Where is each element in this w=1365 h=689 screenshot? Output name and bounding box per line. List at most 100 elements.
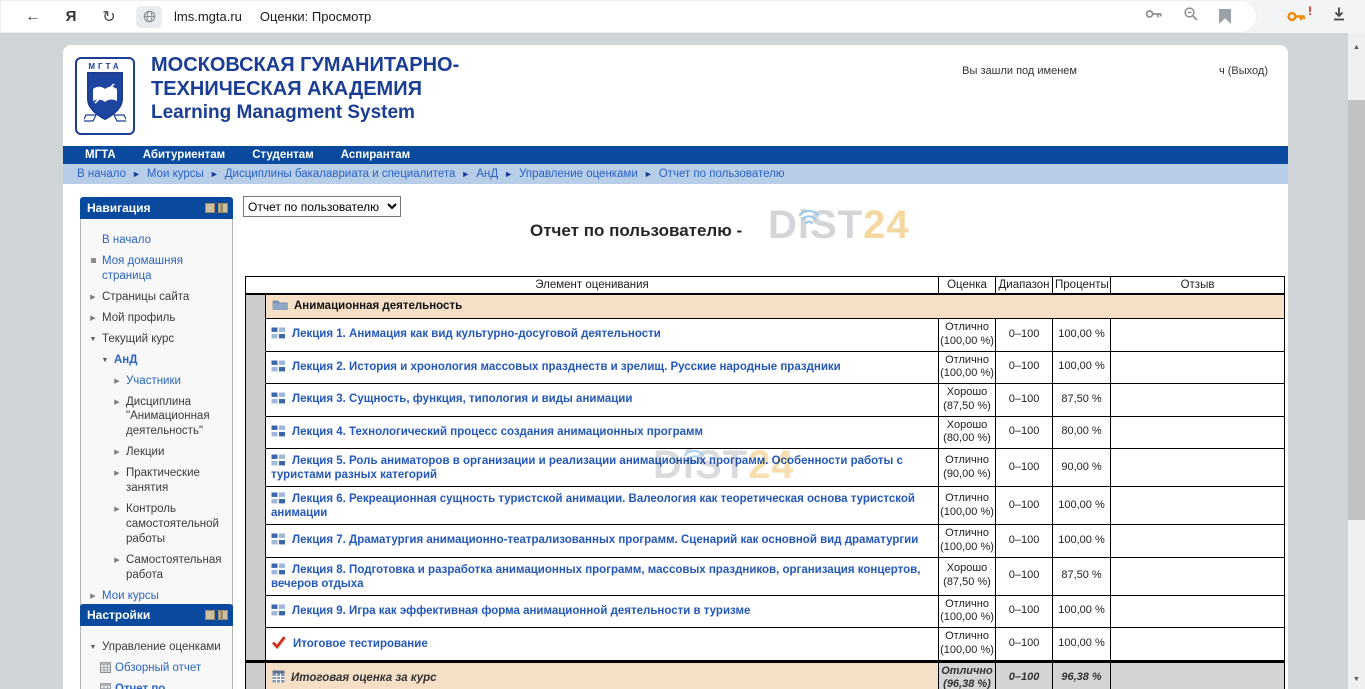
browser-right-zone: ! xyxy=(1257,0,1365,33)
item-cell: Лекция 7. Драматургия анимационно-театра… xyxy=(266,525,939,558)
sidebar-item-label[interactable]: Контроль самостоятельной работы xyxy=(126,502,228,547)
nav-item[interactable]: Абитуриентам xyxy=(143,149,225,161)
breadcrumb-link[interactable]: АнД xyxy=(476,168,498,180)
sidebar-item-label[interactable]: Самостоятельная работа xyxy=(126,553,228,583)
scroll-down-icon[interactable]: ▼ xyxy=(1348,671,1365,687)
block-dock-icon[interactable] xyxy=(218,203,228,213)
breadcrumb-link[interactable]: Дисциплины бакалавриата и специалитета xyxy=(225,168,456,180)
breadcrumb-link[interactable]: В начало xyxy=(77,168,126,180)
collapsed-marker-icon[interactable]: ▶ xyxy=(88,314,98,323)
nav-item[interactable]: Студентам xyxy=(252,149,314,161)
collapsed-marker-icon[interactable]: ▶ xyxy=(112,398,122,407)
indent-cell xyxy=(246,352,266,385)
password-key-icon[interactable] xyxy=(1145,7,1163,26)
grade-item-link[interactable]: Лекция 4. Технологический процесс создан… xyxy=(292,426,703,438)
url-text[interactable]: lms.mgta.ru xyxy=(174,9,242,24)
sidebar-item-label[interactable]: Обзорный отчет xyxy=(115,661,201,676)
sidebar-item-label[interactable]: Отчет по пользователю xyxy=(115,682,228,689)
indent-cell xyxy=(246,295,266,319)
refresh-icon[interactable]: ↻ xyxy=(90,0,128,33)
quiz-icon xyxy=(271,636,287,652)
download-icon[interactable] xyxy=(1331,6,1347,27)
block-collapse-icon[interactable] xyxy=(205,203,215,213)
block-collapse-icon[interactable] xyxy=(205,610,215,620)
collapsed-marker-icon[interactable]: ▶ xyxy=(112,377,122,386)
sidebar-item-label[interactable]: Участники xyxy=(126,374,181,389)
grade-value: Хорошо xyxy=(940,419,994,433)
block-dock-icon[interactable] xyxy=(218,610,228,620)
omnibox-page-title: Оценки: Просмотр xyxy=(260,9,371,24)
grade-item-link[interactable]: Лекция 1. Анимация как вид культурно-дос… xyxy=(292,328,661,340)
report-type-select[interactable]: Отчет по пользователю xyxy=(243,196,401,217)
grade-percent-detail: (90,00 %) xyxy=(940,468,994,482)
globe-icon xyxy=(136,6,162,28)
collapsed-marker-icon[interactable]: ▶ xyxy=(112,556,122,565)
grade-item-link[interactable]: Итоговое тестирование xyxy=(293,638,428,650)
sidebar-item-label[interactable]: Мои курсы xyxy=(102,589,159,604)
password-alert-icon[interactable]: ! xyxy=(1287,9,1307,24)
expanded-marker-icon[interactable]: ▼ xyxy=(88,335,98,344)
screen: ← Я ↻ lms.mgta.ru Оценки: Просмотр xyxy=(0,0,1365,689)
logout-link[interactable]: ч (Выход) xyxy=(1219,65,1268,77)
collapsed-marker-icon[interactable]: ▶ xyxy=(112,505,122,514)
grade-item-row: Лекция 1. Анимация как вид культурно-дос… xyxy=(246,319,1284,352)
collapsed-marker-icon[interactable]: ▶ xyxy=(88,293,98,302)
grade-cell: Хорошо(87,50 %) xyxy=(939,558,996,596)
login-status: Вы зашли под именем ч (Выход) xyxy=(962,65,1268,77)
collapsed-marker-icon[interactable]: ▶ xyxy=(112,469,122,478)
grade-cell: Отлично(100,00 %) xyxy=(939,352,996,385)
lms-subtitle: Learning Managment System xyxy=(151,101,459,125)
lesson-icon xyxy=(271,327,286,342)
grade-item-link[interactable]: Лекция 7. Драматургия анимационно-театра… xyxy=(292,534,918,546)
grade-item-link[interactable]: Лекция 2. История и хронология массовых … xyxy=(292,361,841,373)
report-icon[interactable] xyxy=(100,662,111,676)
grade-value: Отлично xyxy=(940,630,994,644)
grade-item-link[interactable]: Лекция 5. Роль аниматоров в организации … xyxy=(271,455,903,481)
nav-item[interactable]: МГТА xyxy=(85,149,116,161)
yandex-icon[interactable]: Я xyxy=(52,0,90,33)
expanded-marker-icon[interactable]: ▼ xyxy=(100,356,110,365)
breadcrumb-link[interactable]: Мои курсы xyxy=(147,168,204,180)
grade-item-link[interactable]: Лекция 3. Сущность, функция, типология и… xyxy=(292,393,632,405)
breadcrumb-link[interactable]: Управление оценками xyxy=(519,168,638,180)
nav-item[interactable]: Аспирантам xyxy=(341,149,410,161)
percent-cell: 80,00 % xyxy=(1053,417,1111,450)
grade-item-link[interactable]: Лекция 6. Рекреационная сущность туристс… xyxy=(271,493,915,519)
sidebar-item-label[interactable]: АнД xyxy=(114,353,137,368)
back-icon[interactable]: ← xyxy=(14,0,52,33)
academy-logo[interactable]: МГТА xyxy=(75,57,135,135)
sidebar-item-label[interactable]: Текущий курс xyxy=(102,332,174,347)
sidebar-item-label[interactable]: Дисциплина "Анимационная деятельность" xyxy=(126,395,228,440)
sidebar-item: ▶ Участники xyxy=(112,374,228,389)
grades-header-row: Элемент оцениванияОценкаДиапазонПроценты… xyxy=(246,277,1284,295)
bookmark-icon[interactable] xyxy=(1219,9,1231,24)
logo-text: МГТА xyxy=(88,62,121,71)
sidebar-item-label[interactable]: Лекции xyxy=(126,445,164,460)
sidebar-item-label[interactable]: В начало xyxy=(102,233,151,248)
feedback-cell xyxy=(1111,596,1284,629)
percent-cell: 87,50 % xyxy=(1053,384,1111,417)
collapsed-marker-icon[interactable]: ▶ xyxy=(112,448,122,457)
page-scrollbar[interactable]: ▲ ▼ xyxy=(1348,33,1365,689)
sidebar-item-label[interactable]: Мой профиль xyxy=(102,311,175,326)
square-marker-icon[interactable] xyxy=(88,257,98,266)
grade-item-link[interactable]: Лекция 8. Подготовка и разработка анимац… xyxy=(271,564,920,590)
zoom-icon[interactable] xyxy=(1183,6,1199,27)
academy-title-line2: ТЕХНИЧЕСКАЯ АКАДЕМИЯ xyxy=(151,77,459,101)
settings-block-header: Настройки xyxy=(80,604,233,626)
percent-cell: 100,00 % xyxy=(1053,319,1111,352)
scrollbar-thumb[interactable] xyxy=(1348,100,1365,520)
lesson-icon xyxy=(271,492,286,507)
expanded-marker-icon[interactable]: ▼ xyxy=(88,643,98,652)
grade-item-link[interactable]: Лекция 9. Игра как эффективная форма ани… xyxy=(292,605,750,617)
settings-block-title: Настройки xyxy=(87,608,150,622)
sidebar-item-label[interactable]: Практические занятия xyxy=(126,466,228,496)
sidebar-item-label[interactable]: Страницы сайта xyxy=(102,290,189,305)
scroll-up-icon[interactable]: ▲ xyxy=(1348,39,1365,55)
percent-cell: 96,38 % xyxy=(1053,663,1111,689)
sidebar-item-label[interactable]: Моя домашняя страница xyxy=(102,254,228,284)
breadcrumb-link[interactable]: Отчет по пользователю xyxy=(659,168,785,180)
report-icon[interactable] xyxy=(100,683,111,689)
sidebar-item-label[interactable]: Управление оценками xyxy=(102,640,221,655)
collapsed-marker-icon[interactable]: ▶ xyxy=(88,592,98,601)
